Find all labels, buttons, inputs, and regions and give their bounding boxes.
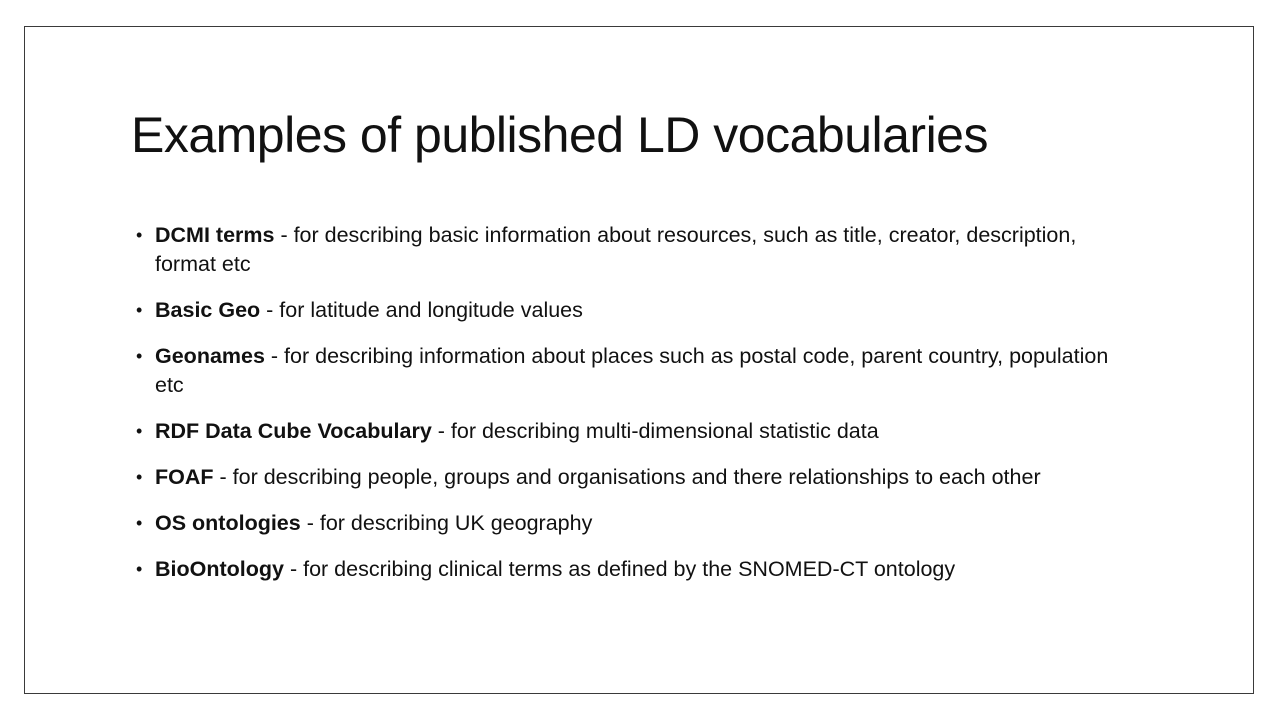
slide-title: Examples of published LD vocabularies xyxy=(131,107,989,163)
bullet-dot-icon: • xyxy=(136,225,143,245)
list-item: • Basic Geo - for latitude and longitude… xyxy=(135,296,1135,325)
vocabulary-description: - for describing information about place… xyxy=(155,344,1109,397)
vocabulary-description: - for describing basic information about… xyxy=(155,223,1077,276)
list-item: • OS ontologies - for describing UK geog… xyxy=(135,509,1135,538)
list-item: • DCMI terms - for describing basic info… xyxy=(135,221,1135,279)
vocabulary-name: BioOntology xyxy=(155,557,284,581)
vocabulary-description: - for describing clinical terms as defin… xyxy=(283,557,956,581)
vocabulary-name: OS ontologies xyxy=(155,511,301,535)
bullet-dot-icon: • xyxy=(136,346,143,366)
list-item: • FOAF - for describing people, groups a… xyxy=(135,463,1135,492)
list-item: • Geonames - for describing information … xyxy=(135,342,1135,400)
list-item: • BioOntology - for describing clinical … xyxy=(135,555,1135,584)
vocabulary-description: - for describing people, groups and orga… xyxy=(213,465,1041,489)
bullet-dot-icon: • xyxy=(136,513,143,533)
bullet-dot-icon: • xyxy=(136,559,143,579)
bullet-dot-icon: • xyxy=(136,421,143,441)
vocabulary-name: Geonames xyxy=(155,344,265,368)
vocabulary-name: RDF Data Cube Vocabulary xyxy=(155,419,432,443)
bullet-list: • DCMI terms - for describing basic info… xyxy=(135,221,1135,601)
vocabulary-description: - for latitude and longitude values xyxy=(260,298,583,322)
bullet-dot-icon: • xyxy=(136,300,143,320)
vocabulary-name: Basic Geo xyxy=(155,298,261,322)
vocabulary-name: FOAF xyxy=(155,465,214,489)
vocabulary-name: DCMI terms xyxy=(155,223,275,247)
list-item: • RDF Data Cube Vocabulary - for describ… xyxy=(135,417,1135,446)
vocabulary-description: - for describing multi-dimensional stati… xyxy=(431,419,879,443)
bullet-dot-icon: • xyxy=(136,467,143,487)
slide-frame: Examples of published LD vocabularies • … xyxy=(24,26,1254,694)
vocabulary-description: - for describing UK geography xyxy=(300,511,593,535)
